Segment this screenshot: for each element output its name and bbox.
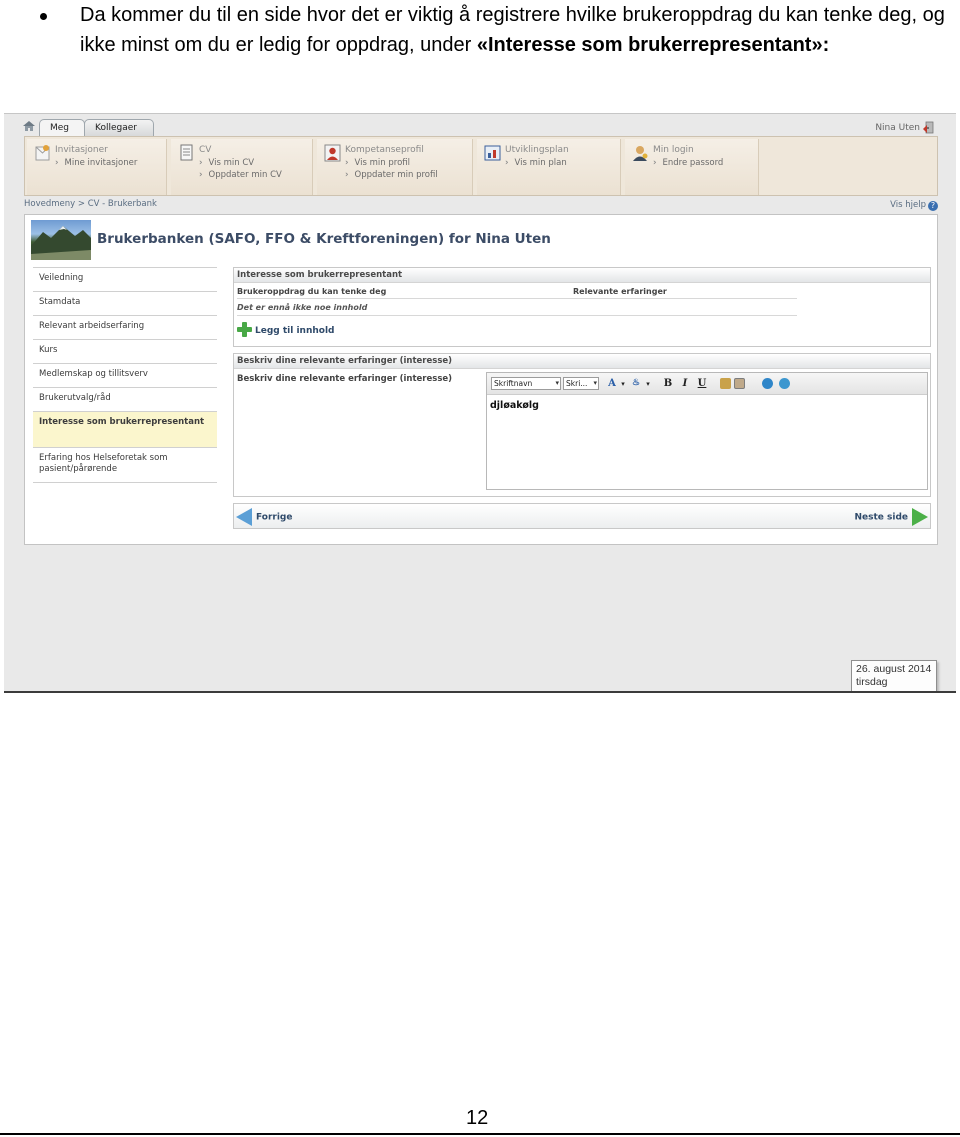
divider xyxy=(237,315,797,316)
sidebar-item-brukerutvalg[interactable]: Brukerutvalg/råd xyxy=(33,387,217,411)
paste-icon[interactable] xyxy=(720,378,731,389)
menu-link[interactable]: Vis min plan xyxy=(505,158,567,168)
help-icon[interactable]: ? xyxy=(928,201,938,211)
experience-section-title: Beskriv dine relevante erfaringer (inter… xyxy=(234,354,930,369)
sidebar-item-helseforetak[interactable]: Erfaring hos Helseforetak som pasient/på… xyxy=(33,447,217,483)
menu-utviklingsplan: Utviklingsplan Vis min plan xyxy=(477,139,621,195)
sidebar-nav: Veiledning Stamdata Relevant arbeidserfa… xyxy=(33,267,217,483)
menu-link[interactable]: Vis min profil xyxy=(345,158,410,168)
page-navigation: Forrige Neste side xyxy=(233,503,931,529)
editor-toolbar: Skriftnavn Skri... A ▾ ♨ ▾ B I U xyxy=(487,373,927,395)
sidebar-item-veiledning[interactable]: Veiledning xyxy=(33,267,217,291)
arrow-right-icon xyxy=(912,508,928,526)
help-label[interactable]: Vis hjelp xyxy=(890,200,926,210)
bold-icon[interactable]: B xyxy=(661,377,675,390)
help-link[interactable]: Vis hjelp? xyxy=(890,200,938,211)
sidebar-item-stamdata[interactable]: Stamdata xyxy=(33,291,217,315)
editor-content[interactable]: djløakølg xyxy=(490,400,539,411)
profile-icon xyxy=(324,144,341,162)
sidebar-item-interesse[interactable]: Interesse som brukerrepresentant xyxy=(33,411,217,447)
menu-cv: CV Vis min CV Oppdater min CV xyxy=(171,139,313,195)
arrow-left-icon xyxy=(236,508,252,526)
italic-icon[interactable]: I xyxy=(678,377,692,390)
menu-link[interactable]: Vis min CV xyxy=(199,158,255,168)
sidebar-item-kurs[interactable]: Kurs xyxy=(33,339,217,363)
unlink-icon[interactable] xyxy=(779,378,790,389)
login-icon xyxy=(633,146,648,161)
previous-button[interactable]: Forrige xyxy=(236,508,292,526)
plus-icon xyxy=(237,322,252,337)
next-label[interactable]: Neste side xyxy=(854,513,908,523)
link-icon[interactable] xyxy=(762,378,773,389)
add-content-button[interactable]: Legg til innhold xyxy=(237,322,334,337)
document-icon xyxy=(180,144,193,161)
column-header-assignments: Brukeroppdrag du kan tenke deg xyxy=(237,287,387,296)
bullet-point xyxy=(40,13,47,20)
invitations-icon xyxy=(35,145,50,161)
page-title: Brukerbanken (SAFO, FFO & Kreftforeninge… xyxy=(97,231,551,247)
home-icon[interactable] xyxy=(22,120,36,132)
main-content: Brukerbanken (SAFO, FFO & Kreftforeninge… xyxy=(24,214,938,545)
top-tab-bar: Meg Kollegaer Nina Uten xyxy=(4,114,956,136)
menu-link[interactable]: Endre passord xyxy=(653,158,724,168)
menu-title[interactable]: Invitasjoner xyxy=(55,145,108,155)
mountain-banner-image xyxy=(31,220,91,260)
menu-title[interactable]: Kompetanseprofil xyxy=(345,145,424,155)
page-number: 12 xyxy=(466,1107,489,1129)
menu-title[interactable]: Min login xyxy=(653,145,694,155)
menu-kompetanseprofil: Kompetanseprofil Vis min profil Oppdater… xyxy=(317,139,473,195)
sidebar-item-arbeidserfaring[interactable]: Relevant arbeidserfaring xyxy=(33,315,217,339)
menu-title[interactable]: CV xyxy=(199,145,211,155)
menu-title[interactable]: Utviklingsplan xyxy=(505,145,569,155)
previous-label[interactable]: Forrige xyxy=(256,513,292,523)
logout-icon[interactable] xyxy=(922,121,936,134)
menu-ribbon: Invitasjoner Mine invitasjoner CV Vis mi… xyxy=(24,136,938,196)
taskbar-strip xyxy=(4,691,956,693)
plan-icon xyxy=(484,145,501,161)
weekday-value: tirsdag xyxy=(856,676,888,688)
rich-text-editor[interactable]: Skriftnavn Skri... A ▾ ♨ ▾ B I U djløakø… xyxy=(486,372,928,490)
menu-link[interactable]: Mine invitasjoner xyxy=(55,158,138,168)
empty-content-note: Det er ennå ikke noe innhold xyxy=(237,303,368,312)
text-color-dropdown-icon[interactable]: ▾ xyxy=(616,377,630,390)
breadcrumb-row: Hovedmeny > CV - Brukerbank Vis hjelp? xyxy=(24,198,938,214)
underline-icon[interactable]: U xyxy=(695,377,709,390)
menu-link[interactable]: Oppdater min profil xyxy=(345,170,438,180)
font-size-select[interactable]: Skri... xyxy=(563,377,599,390)
paste-word-icon[interactable] xyxy=(734,378,745,389)
menu-link[interactable]: Oppdater min CV xyxy=(199,170,282,180)
tab-kollegaer[interactable]: Kollegaer xyxy=(84,119,154,136)
experience-section: Beskriv dine relevante erfaringer (inter… xyxy=(233,353,931,497)
add-content-label[interactable]: Legg til innhold xyxy=(255,326,334,336)
tab-meg[interactable]: Meg xyxy=(39,119,85,136)
experience-field-label: Beskriv dine relevante erfaringer (inter… xyxy=(237,374,453,384)
mountain-illustration xyxy=(31,226,91,260)
interest-section-title: Interesse som brukerrepresentant xyxy=(234,268,930,283)
intro-paragraph: Da kommer du til en side hvor det er vik… xyxy=(80,0,950,60)
date-value: 26. august 2014 xyxy=(856,663,932,675)
next-page-button[interactable]: Neste side xyxy=(854,508,928,526)
footer-rule xyxy=(0,1133,960,1135)
user-name: Nina Uten xyxy=(875,123,920,133)
column-header-experience: Relevante erfaringer xyxy=(573,287,667,296)
menu-invitasjoner: Invitasjoner Mine invitasjoner xyxy=(27,139,167,195)
date-tooltip: 26. august 2014 tirsdag xyxy=(851,660,937,693)
divider xyxy=(237,298,797,299)
highlight-dropdown-icon[interactable]: ▾ xyxy=(641,377,655,390)
menu-min-login: Min login Endre passord xyxy=(625,139,759,195)
intro-emphasis: «Interesse som brukerrepresentant»: xyxy=(476,34,830,56)
breadcrumb[interactable]: Hovedmeny > CV - Brukerbank xyxy=(24,199,157,209)
font-name-select[interactable]: Skriftnavn xyxy=(491,377,561,390)
app-screenshot: Meg Kollegaer Nina Uten Invitasjoner Min… xyxy=(4,113,956,693)
interest-section: Interesse som brukerrepresentant Brukero… xyxy=(233,267,931,347)
sidebar-item-medlemskap[interactable]: Medlemskap og tillitsverv xyxy=(33,363,217,387)
